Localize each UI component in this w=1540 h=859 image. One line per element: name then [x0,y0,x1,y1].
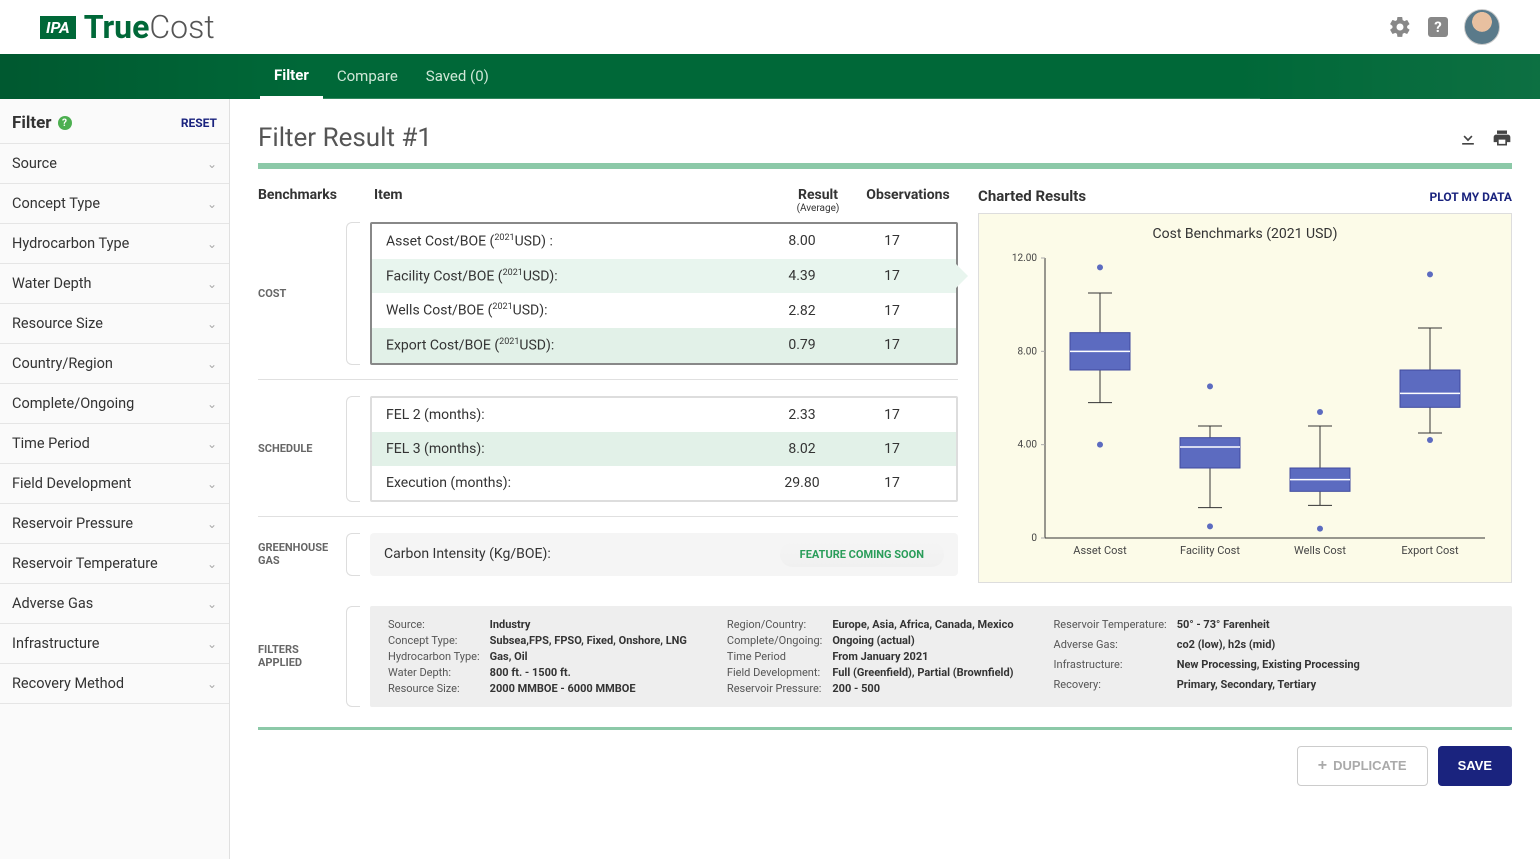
chart-heading: Charted Results [978,187,1086,205]
chevron-down-icon: ⌄ [207,197,217,211]
filters-column: Region/Country:Europe, Asia, Africa, Can… [727,618,1014,695]
gear-icon[interactable] [1388,15,1412,39]
schedule-table: FEL 2 (months):2.3317FEL 3 (months):8.02… [370,396,958,502]
chevron-down-icon: ⌄ [207,677,217,691]
chevron-down-icon: ⌄ [207,517,217,531]
filter-item-hydrocarbon-type[interactable]: Hydrocarbon Type⌄ [0,223,229,263]
divider [258,516,958,517]
filter-item-reservoir-temperature[interactable]: Reservoir Temperature⌄ [0,543,229,583]
section-label-schedule: SCHEDULE [258,442,336,455]
chevron-down-icon: ⌄ [207,597,217,611]
table-row[interactable]: Export Cost/BOE (2021USD):0.7917 [372,328,956,363]
table-row[interactable]: Facility Cost/BOE (2021USD):4.3917 [372,259,956,294]
main-content: Filter Result #1 Benchmarks Item Result(… [230,99,1540,859]
nav-tab-compare[interactable]: Compare [323,55,412,97]
svg-text:12.00: 12.00 [1012,253,1037,264]
boxplot-chart: 0 4.00 8.00 12.00 Asset Cost Facility Cost Wel… [991,248,1499,568]
table-row[interactable]: Asset Cost/BOE (2021USD) :8.0017 [372,224,956,259]
divider [258,727,1512,730]
svg-text:?: ? [1434,18,1441,36]
page-title: Filter Result #1 [258,123,432,153]
benchmarks-label: Benchmarks [258,187,346,203]
svg-text:Facility Cost: Facility Cost [1180,544,1240,557]
filter-item-time-period[interactable]: Time Period⌄ [0,423,229,463]
chevron-down-icon: ⌄ [207,397,217,411]
chart-panel: Cost Benchmarks (2021 USD) 0 4.00 8.00 12.0… [978,213,1512,583]
app-header: IPA TrueCost ? [0,0,1540,54]
chevron-down-icon: ⌄ [207,477,217,491]
filter-item-complete-ongoing[interactable]: Complete/Ongoing⌄ [0,383,229,423]
bracket [346,222,360,365]
bracket [346,396,360,502]
filter-sidebar: Filter ? RESET Source⌄Concept Type⌄Hydro… [0,99,230,859]
filter-item-adverse-gas[interactable]: Adverse Gas⌄ [0,583,229,623]
coming-soon-pill: FEATURE COMING SOON [780,542,944,567]
filters-applied-box: Source:IndustryConcept Type:Subsea,FPS, … [370,606,1512,707]
logo-text: TrueCost [84,8,215,46]
chevron-down-icon: ⌄ [207,637,217,651]
table-row[interactable]: FEL 3 (months):8.0217 [372,432,956,466]
filter-item-resource-size[interactable]: Resource Size⌄ [0,303,229,343]
ghg-item: Carbon Intensity (Kg/BOE): [384,546,780,562]
chart-title: Cost Benchmarks (2021 USD) [991,226,1499,242]
table-row[interactable]: Wells Cost/BOE (2021USD):2.8217 [372,293,956,328]
ghg-box: Carbon Intensity (Kg/BOE): FEATURE COMIN… [370,533,958,576]
nav-tab-saved-[interactable]: Saved (0) [412,55,503,97]
chevron-down-icon: ⌄ [207,237,217,251]
chevron-down-icon: ⌄ [207,317,217,331]
filters-column: Source:IndustryConcept Type:Subsea,FPS, … [388,618,687,695]
chevron-down-icon: ⌄ [207,277,217,291]
svg-text:4.00: 4.00 [1018,440,1038,451]
filter-item-reservoir-pressure[interactable]: Reservoir Pressure⌄ [0,503,229,543]
help-icon[interactable]: ? [58,116,72,130]
filters-column: Reservoir Temperature:50° - 73° Farenhei… [1054,618,1360,695]
svg-text:0: 0 [1031,533,1037,544]
table-row[interactable]: Execution (months):29.8017 [372,466,956,500]
logo: IPA TrueCost [40,8,215,46]
bracket [346,606,360,707]
filter-item-recovery-method[interactable]: Recovery Method⌄ [0,663,229,704]
filter-item-infrastructure[interactable]: Infrastructure⌄ [0,623,229,663]
table-row[interactable]: FEL 2 (months):2.3317 [372,398,956,432]
chevron-down-icon: ⌄ [207,157,217,171]
logo-badge: IPA [40,16,76,39]
sidebar-title: Filter ? [12,113,72,133]
download-icon[interactable] [1458,128,1478,148]
divider [258,379,958,380]
header-actions: ? [1388,9,1500,45]
plot-my-data-link[interactable]: PLOT MY DATA [1430,190,1512,204]
svg-text:Asset Cost: Asset Cost [1073,544,1127,557]
nav-bar: FilterCompareSaved (0) [0,54,1540,99]
filter-item-field-development[interactable]: Field Development⌄ [0,463,229,503]
filter-item-concept-type[interactable]: Concept Type⌄ [0,183,229,223]
filter-item-water-depth[interactable]: Water Depth⌄ [0,263,229,303]
duplicate-button[interactable]: + DUPLICATE [1297,746,1428,786]
filter-item-source[interactable]: Source⌄ [0,143,229,183]
svg-text:Export Cost: Export Cost [1401,544,1459,557]
table-header: Item Result(Average) Observations [360,187,958,222]
section-label-ghg: GREENHOUSE GAS [258,541,336,567]
svg-text:Wells Cost: Wells Cost [1294,544,1346,557]
svg-text:8.00: 8.00 [1018,346,1038,357]
chevron-down-icon: ⌄ [207,557,217,571]
filter-item-country-region[interactable]: Country/Region⌄ [0,343,229,383]
cost-table: Asset Cost/BOE (2021USD) :8.0017Facility… [370,222,958,365]
plus-icon: + [1318,757,1327,775]
section-label-cost: COST [258,287,336,300]
avatar[interactable] [1464,9,1500,45]
reset-button[interactable]: RESET [181,116,217,130]
divider [258,163,1512,169]
save-button[interactable]: SAVE [1438,746,1512,786]
help-icon[interactable]: ? [1426,15,1450,39]
chevron-down-icon: ⌄ [207,437,217,451]
print-icon[interactable] [1492,128,1512,148]
bracket [346,533,360,576]
filters-applied-label: FILTERS APPLIED [258,643,336,669]
chevron-down-icon: ⌄ [207,357,217,371]
nav-tab-filter[interactable]: Filter [260,54,323,99]
